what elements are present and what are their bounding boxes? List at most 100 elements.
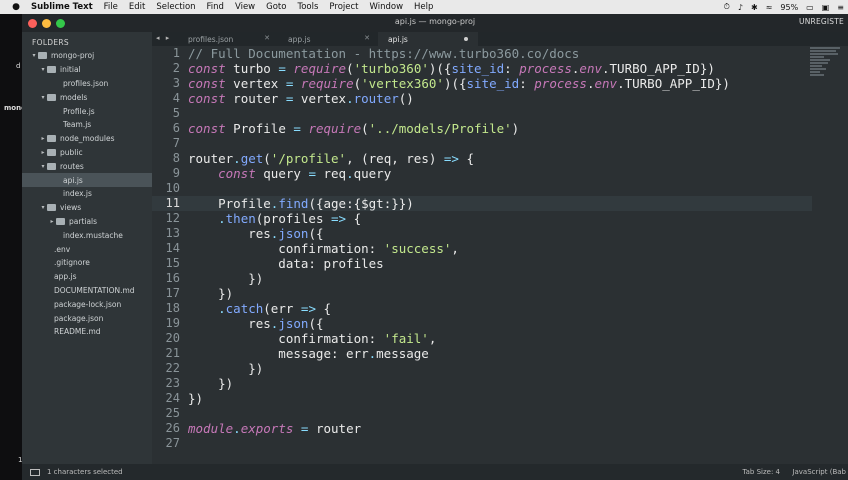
tree-folder[interactable]: ▸ node_modules bbox=[22, 132, 152, 146]
code-line[interactable]: confirmation: 'success', bbox=[188, 241, 808, 256]
tree-item-label: mongo-proj bbox=[51, 51, 95, 61]
tree-file[interactable]: package-lock.json bbox=[22, 297, 152, 311]
tree-file[interactable]: api.js bbox=[22, 173, 152, 187]
menu-extra-icon[interactable]: ≡ bbox=[837, 3, 844, 12]
code-line[interactable] bbox=[188, 106, 808, 121]
line-number: 14 bbox=[165, 241, 180, 255]
tree-file[interactable]: app.js bbox=[22, 270, 152, 284]
tree-folder[interactable]: ▸ partials bbox=[22, 215, 152, 229]
code-token: turbo bbox=[225, 61, 279, 76]
code-line[interactable]: message: err.message bbox=[188, 346, 808, 361]
tree-file[interactable]: Profile.js bbox=[22, 104, 152, 118]
modified-dot-icon[interactable] bbox=[464, 37, 468, 41]
time-machine-icon[interactable]: ⏱ bbox=[724, 2, 730, 12]
menu-edit[interactable]: Edit bbox=[129, 2, 145, 12]
code-line[interactable]: }) bbox=[188, 376, 808, 391]
wifi-icon[interactable]: ≈ bbox=[766, 3, 773, 12]
volume-icon[interactable]: ♪ bbox=[738, 3, 743, 12]
code-line[interactable]: .catch(err => { bbox=[188, 301, 808, 316]
syntax-indicator[interactable]: JavaScript (Bab bbox=[792, 468, 846, 476]
code-line[interactable]: }) bbox=[188, 271, 808, 286]
tree-folder[interactable]: ▾ routes bbox=[22, 159, 152, 173]
chevron-down-icon[interactable]: ▾ bbox=[39, 163, 47, 170]
code-line[interactable]: res.json({ bbox=[188, 316, 808, 331]
code-line[interactable]: .then(profiles => { bbox=[188, 211, 808, 226]
tree-folder[interactable]: ▾ mongo-proj bbox=[22, 49, 152, 63]
title-bar: api.js — mongo-proj UNREGISTE bbox=[22, 14, 848, 32]
menu-view[interactable]: View bbox=[235, 2, 255, 12]
chevron-right-icon[interactable]: ▸ bbox=[39, 149, 47, 156]
code-line[interactable] bbox=[188, 406, 808, 421]
code-line[interactable]: Profile.find({age:{$gt:}}) bbox=[188, 196, 808, 211]
tab-size-indicator[interactable]: Tab Size: 4 bbox=[743, 468, 780, 476]
chevron-down-icon[interactable]: ▾ bbox=[30, 52, 38, 59]
display-icon[interactable]: ▣ bbox=[822, 3, 830, 12]
tree-file[interactable]: index.mustache bbox=[22, 228, 152, 242]
code-line[interactable]: res.json({ bbox=[188, 226, 808, 241]
code-line[interactable]: module.exports = router bbox=[188, 421, 808, 436]
close-icon[interactable]: ✕ bbox=[364, 34, 370, 42]
code-line[interactable]: // Full Documentation - https://www.turb… bbox=[188, 46, 808, 61]
code-line[interactable]: const turbo = require('turbo360')({site_… bbox=[188, 61, 808, 76]
chevron-down-icon[interactable]: ▾ bbox=[39, 94, 47, 101]
menu-file[interactable]: File bbox=[104, 2, 118, 12]
code-line[interactable] bbox=[188, 136, 808, 151]
menu-project[interactable]: Project bbox=[329, 2, 358, 12]
tab-app-js[interactable]: app.js ✕ bbox=[278, 32, 378, 46]
code-token: site_id bbox=[466, 76, 520, 91]
menu-goto[interactable]: Goto bbox=[266, 2, 286, 12]
minimap[interactable] bbox=[808, 46, 848, 86]
tree-folder[interactable]: ▸ public bbox=[22, 146, 152, 160]
code-line[interactable]: const Profile = require('../models/Profi… bbox=[188, 121, 808, 136]
tree-file[interactable]: .gitignore bbox=[22, 256, 152, 270]
tree-folder[interactable]: ▾ initial bbox=[22, 63, 152, 77]
battery-icon[interactable]: ▭ bbox=[806, 3, 814, 12]
tree-file[interactable]: index.js bbox=[22, 187, 152, 201]
code-token: vertex bbox=[293, 91, 347, 106]
code-line[interactable]: const vertex = require('vertex360')({sit… bbox=[188, 76, 808, 91]
app-menu[interactable]: Sublime Text bbox=[31, 2, 93, 12]
code-line[interactable]: }) bbox=[188, 361, 808, 376]
code-line[interactable]: data: profiles bbox=[188, 256, 808, 271]
tree-item-label: api.js bbox=[63, 175, 83, 185]
tree-file[interactable]: .env bbox=[22, 242, 152, 256]
code-line[interactable]: confirmation: 'fail', bbox=[188, 331, 808, 346]
menu-window[interactable]: Window bbox=[370, 2, 404, 12]
code-line[interactable]: }) bbox=[188, 286, 808, 301]
tree-folder[interactable]: ▾ views bbox=[22, 201, 152, 215]
tree-file[interactable]: README.md bbox=[22, 325, 152, 339]
chevron-right-icon[interactable]: ▸ bbox=[39, 135, 47, 142]
tab-profiles-json[interactable]: profiles.json ✕ bbox=[178, 32, 278, 46]
tree-file[interactable]: package.json bbox=[22, 311, 152, 325]
menu-find[interactable]: Find bbox=[207, 2, 224, 12]
menu-selection[interactable]: Selection bbox=[156, 2, 195, 12]
code-line[interactable]: }) bbox=[188, 391, 808, 406]
chevron-down-icon[interactable]: ▾ bbox=[39, 204, 47, 211]
tree-file[interactable]: Team.js bbox=[22, 118, 152, 132]
chevron-right-icon[interactable]: ▸ bbox=[48, 218, 56, 225]
code-editor[interactable]: 1 2 3 4 5 6 7 8 9 10 11 12 13 14 15 16 17 18 19 20 21 22 23 24 2… bbox=[152, 46, 848, 464]
tree-file[interactable]: profiles.json bbox=[22, 77, 152, 91]
tab-api-js[interactable]: api.js bbox=[378, 32, 478, 46]
code-token: { bbox=[315, 301, 332, 316]
code-line[interactable]: const router = vertex.router() bbox=[188, 91, 808, 106]
menu-help[interactable]: Help bbox=[414, 2, 433, 12]
code-area[interactable]: // Full Documentation - https://www.turb… bbox=[188, 46, 808, 451]
bluetooth-icon[interactable]: ✱ bbox=[751, 3, 758, 12]
code-token: }) bbox=[188, 376, 234, 391]
tree-folder[interactable]: ▾ models bbox=[22, 90, 152, 104]
menu-tools[interactable]: Tools bbox=[297, 2, 318, 12]
code-line[interactable] bbox=[188, 436, 808, 451]
tab-nav-arrows[interactable]: ◂ ▸ bbox=[156, 34, 171, 42]
code-line[interactable] bbox=[188, 181, 808, 196]
code-line[interactable]: const query = req.query bbox=[188, 166, 808, 181]
chevron-down-icon[interactable]: ▾ bbox=[39, 66, 47, 73]
folder-icon bbox=[47, 135, 56, 143]
apple-icon[interactable]: ● bbox=[10, 2, 22, 12]
code-token: . bbox=[218, 211, 226, 226]
battery-percent[interactable]: 95% bbox=[780, 3, 798, 12]
code-line[interactable]: router.get('/profile', (req, res) => { bbox=[188, 151, 808, 166]
tree-file[interactable]: DOCUMENTATION.md bbox=[22, 284, 152, 298]
panel-toggle-icon[interactable] bbox=[30, 468, 40, 476]
close-icon[interactable]: ✕ bbox=[264, 34, 270, 42]
